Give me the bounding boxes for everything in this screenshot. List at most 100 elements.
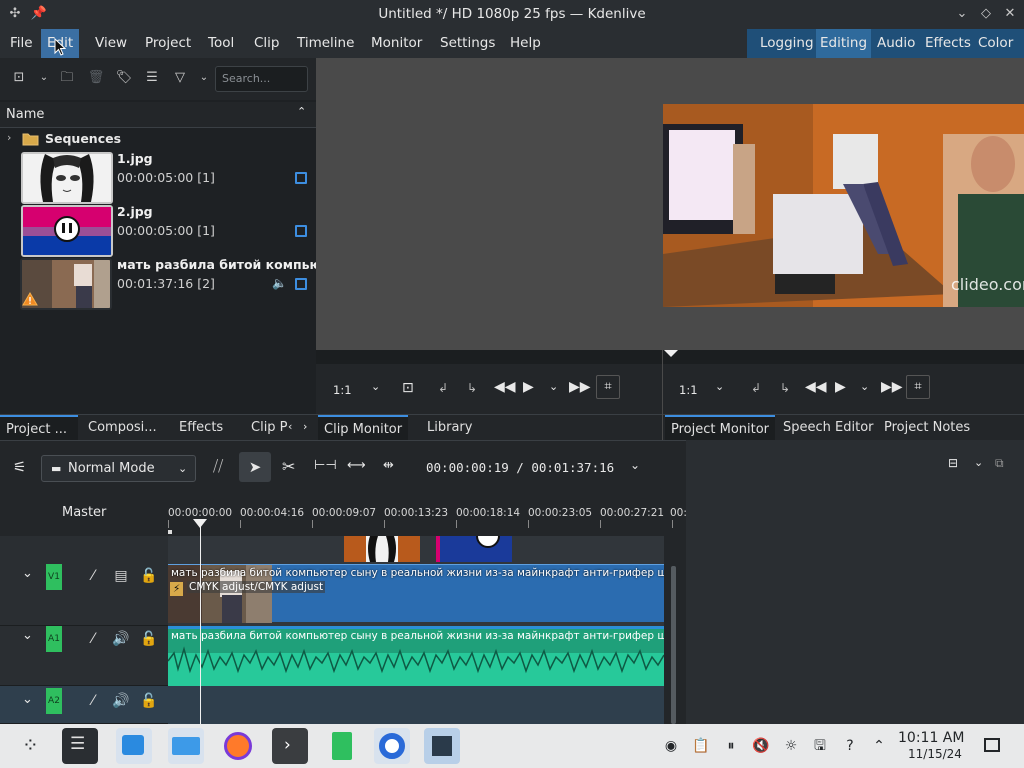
expand-icon[interactable]: › (7, 131, 11, 144)
konsole-icon[interactable]: › (272, 728, 308, 764)
timeline-clip-thumb-1[interactable] (344, 536, 420, 562)
chevron-down-icon[interactable]: ⌄ (974, 456, 983, 469)
help-icon[interactable]: ? (841, 737, 859, 755)
layout-editing[interactable]: Editing (816, 29, 872, 58)
menu-clip[interactable]: Clip (248, 29, 286, 58)
chevron-down-icon[interactable]: ⌄ (860, 380, 869, 393)
tab-project-bin[interactable]: Project ... (0, 415, 78, 441)
crop-icon[interactable]: ⌗ (596, 375, 620, 399)
spacer-tool-icon[interactable]: ⧸⧸ (213, 457, 223, 475)
project-monitor-ruler[interactable] (663, 350, 1024, 364)
track-tag-a2[interactable]: A2 (46, 688, 62, 714)
clock-date[interactable]: 11/15/24 (908, 747, 962, 761)
crop-icon[interactable]: ⌗ (906, 375, 930, 399)
discover-store-icon[interactable] (116, 728, 152, 764)
track-tag-v1[interactable]: V1 (46, 564, 62, 590)
speaker-icon[interactable]: 🔊 (112, 630, 130, 648)
bin-column-header[interactable]: Name ⌃ (0, 102, 316, 128)
add-clip-icon[interactable]: ⊡ (10, 69, 28, 87)
list-item[interactable]: 1.jpg 00:00:05:00 [1] (0, 151, 316, 204)
clock-time[interactable]: 10:11 AM (898, 730, 964, 746)
filter-icon[interactable]: ▽ (171, 69, 189, 87)
menu-tool[interactable]: Tool (202, 29, 240, 58)
collapse-track-icon[interactable]: ⌄ (22, 628, 33, 643)
layout-effects[interactable]: Effects (925, 29, 971, 58)
scroll-left-icon[interactable]: ‹ (288, 420, 292, 433)
text-editor-icon[interactable] (324, 728, 360, 764)
tag-icon[interactable]: 🏷 (115, 69, 133, 87)
collapse-track-icon[interactable]: ⌄ (22, 566, 33, 581)
tab-clip-monitor[interactable]: Clip Monitor (318, 415, 409, 441)
fast-forward-icon[interactable]: ▶▶ (881, 379, 903, 395)
tab-effects[interactable]: Effects (173, 415, 229, 441)
effects-wand-icon[interactable]: ⁄ (84, 567, 102, 585)
tab-project-notes[interactable]: Project Notes (878, 415, 976, 441)
effects-wand-icon[interactable]: ⁄ (84, 692, 102, 710)
chrome-icon[interactable] (374, 728, 410, 764)
tab-project-monitor[interactable]: Project Monitor (665, 415, 776, 441)
tray-expand-icon[interactable]: ⌃ (870, 737, 888, 755)
minimize-icon[interactable]: ⌄ (953, 5, 971, 23)
chevron-down-icon[interactable]: ⌄ (549, 380, 558, 393)
system-settings-icon[interactable]: ☰ (62, 728, 98, 764)
layout-logging[interactable]: Logging (760, 29, 814, 58)
lock-icon[interactable]: 🔓 (140, 567, 158, 585)
slide-tool-icon[interactable]: ⇹ (383, 458, 394, 473)
set-in-point-icon[interactable]: ↲ (751, 381, 761, 395)
close-icon[interactable]: ✕ (1001, 5, 1019, 23)
layout-color[interactable]: Color (978, 29, 1013, 58)
chevron-down-icon[interactable]: ⌄ (715, 380, 724, 393)
edit-mode-select[interactable]: ▬ Normal Mode ⌄ (41, 455, 196, 482)
play-icon[interactable]: ▶ (523, 379, 534, 395)
menu-settings[interactable]: Settings (434, 29, 501, 58)
search-input[interactable]: Search... (215, 66, 308, 92)
menu-help[interactable]: Help (504, 29, 547, 58)
set-out-point-icon[interactable]: ↳ (780, 381, 790, 395)
scrollbar-thumb[interactable] (671, 566, 676, 724)
sort-up-icon[interactable]: ⌃ (297, 105, 306, 118)
audio-track-a2[interactable] (168, 686, 664, 724)
tab-compositions[interactable]: Composi... (82, 415, 163, 441)
folder-row[interactable]: › Sequences (0, 129, 316, 151)
lock-icon[interactable]: 🔓 (140, 630, 158, 648)
file-manager-icon[interactable] (168, 728, 204, 764)
tab-speech-editor[interactable]: Speech Editor (777, 415, 880, 441)
clip-monitor-ruler[interactable] (316, 350, 662, 364)
new-folder-icon[interactable]: 🗀 (58, 69, 76, 87)
chevron-down-icon[interactable]: ⌄ (195, 69, 213, 87)
tab-library[interactable]: Library (421, 415, 478, 441)
scroll-right-icon[interactable]: › (303, 420, 307, 433)
ripple-tool-icon[interactable]: ⊢⊣ (314, 458, 337, 473)
razor-tool-icon[interactable]: ✂ (282, 457, 295, 476)
audio-clip[interactable]: мать разбила битой компьютер сыну в реал… (168, 626, 686, 686)
zoom-level[interactable]: 1:1 (333, 383, 352, 397)
chevron-down-icon[interactable]: ⌄ (35, 69, 53, 87)
fast-forward-icon[interactable]: ▶▶ (569, 379, 591, 395)
tab-clip-properties[interactable]: Clip P (245, 415, 294, 441)
kdenlive-taskbar-icon[interactable] (424, 728, 460, 764)
speaker-icon[interactable]: 🔊 (112, 692, 130, 710)
timecode-display[interactable]: 00:00:00:19 / 00:01:37:16 (426, 460, 614, 475)
lock-icon[interactable]: 🔓 (140, 692, 158, 710)
chevron-down-icon[interactable]: ⌄ (371, 380, 380, 393)
list-view-icon[interactable]: ☰ (143, 69, 161, 87)
effects-wand-icon[interactable]: ⁄ (84, 630, 102, 648)
track-tag-a1[interactable]: A1 (46, 626, 62, 652)
show-desktop-icon[interactable] (984, 738, 1000, 752)
list-item[interactable]: 2.jpg 00:00:05:00 [1] (0, 204, 316, 257)
discord-icon[interactable]: ◉ (662, 737, 680, 755)
media-pause-icon[interactable]: ⏸ (722, 737, 740, 755)
selection-tool-icon[interactable]: ➤ (239, 452, 271, 482)
track-settings-icon[interactable]: ⚟ (13, 458, 26, 476)
video-track-icon[interactable]: ▤ (112, 567, 130, 585)
timeline-ruler[interactable]: 00:00:00:00 00:00:04:16 00:00:09:07 00:0… (168, 492, 686, 536)
playhead-line[interactable] (200, 522, 201, 724)
rewind-icon[interactable]: ◀◀ (494, 379, 516, 395)
delete-icon[interactable]: 🗑 (87, 69, 105, 87)
effect-badge[interactable]: ⚡ (170, 582, 184, 596)
list-item[interactable]: мать разбила битой компьютер сыну в реал… (0, 257, 316, 310)
dock-icon[interactable]: ⧉ (995, 456, 1004, 471)
video-clip[interactable]: мать разбила битой компьютер сыну в реал… (168, 564, 686, 623)
slip-tool-icon[interactable]: ⟷ (347, 458, 366, 473)
rewind-icon[interactable]: ◀◀ (805, 379, 827, 395)
